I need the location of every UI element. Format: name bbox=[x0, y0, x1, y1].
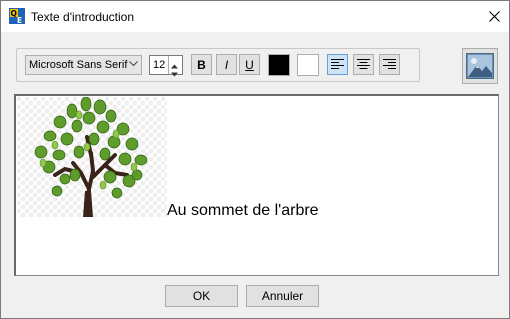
spin-down-icon bbox=[171, 72, 178, 77]
app-icon-letter-e: E bbox=[17, 16, 22, 24]
background-color-swatch[interactable] bbox=[297, 54, 319, 76]
title-bar: Q E Texte d'introduction bbox=[1, 1, 509, 32]
window-title: Texte d'introduction bbox=[31, 10, 135, 24]
ok-button[interactable]: OK bbox=[165, 285, 238, 307]
insert-image-button[interactable] bbox=[462, 48, 498, 84]
align-center-button[interactable] bbox=[353, 54, 374, 75]
close-button[interactable] bbox=[479, 1, 509, 32]
align-right-icon bbox=[383, 59, 396, 69]
align-right-button[interactable] bbox=[379, 54, 400, 75]
rich-text-editor[interactable]: Au sommet de l'arbre bbox=[14, 94, 499, 276]
app-icon: Q E bbox=[9, 8, 25, 24]
font-size-value: 12 bbox=[153, 59, 166, 71]
font-size-spinner bbox=[168, 56, 182, 77]
font-family-select[interactable]: Microsoft Sans Serif bbox=[25, 55, 142, 75]
font-size-stepper[interactable]: 12 bbox=[149, 55, 183, 77]
align-center-icon bbox=[357, 59, 370, 69]
underline-button[interactable]: U bbox=[239, 54, 260, 75]
align-left-button[interactable] bbox=[327, 54, 348, 75]
dialog-window: Q E Texte d'introduction Microsoft Sans … bbox=[0, 0, 510, 319]
cancel-button[interactable]: Annuler bbox=[246, 285, 319, 307]
align-left-icon bbox=[331, 59, 344, 69]
spin-down-button[interactable] bbox=[171, 66, 178, 80]
editor-text: Au sommet de l'arbre bbox=[167, 202, 319, 219]
text-color-swatch[interactable] bbox=[268, 54, 290, 76]
formatting-toolbar: Microsoft Sans Serif 12 B I U bbox=[16, 48, 420, 82]
chevron-down-icon bbox=[129, 61, 138, 67]
tree-image bbox=[17, 97, 167, 217]
app-icon-letter-q: Q bbox=[11, 9, 17, 18]
font-family-value: Microsoft Sans Serif bbox=[29, 59, 128, 71]
italic-button[interactable]: I bbox=[216, 54, 237, 75]
bold-button[interactable]: B bbox=[191, 54, 212, 75]
close-icon bbox=[488, 11, 500, 22]
insert-image-icon bbox=[466, 53, 494, 79]
